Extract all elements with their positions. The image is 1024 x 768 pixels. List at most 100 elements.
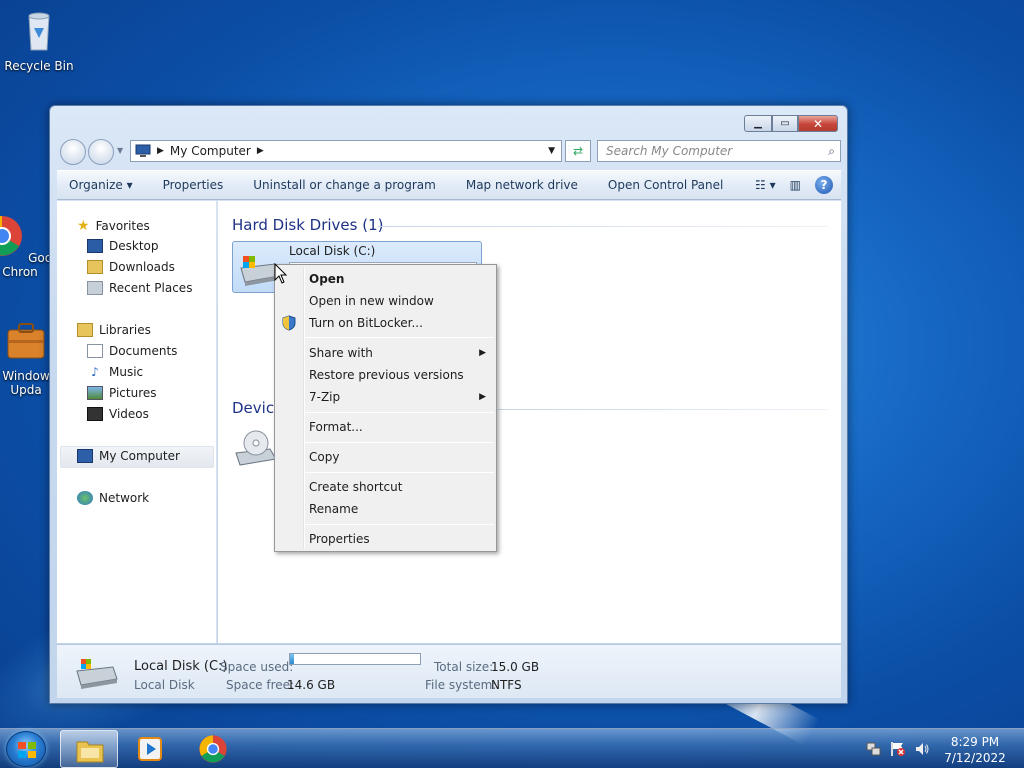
nav-item-network[interactable]: Network	[77, 491, 149, 505]
preview-pane-icon[interactable]: ▥	[790, 178, 801, 192]
menu-item-create-shortcut[interactable]: Create shortcut	[309, 480, 402, 494]
map-network-drive-button[interactable]: Map network drive	[451, 178, 593, 192]
navigation-pane: ★ Favorites Desktop Downloads Recent Pla…	[57, 201, 217, 643]
search-placeholder: Search My Computer	[606, 144, 733, 158]
network-tray-icon[interactable]	[866, 741, 882, 757]
address-bar[interactable]: ▶ My Computer ▶ ▼	[130, 140, 562, 162]
group-header-devices[interactable]: Devic	[232, 399, 274, 417]
forward-button[interactable]	[88, 139, 114, 165]
nav-label: Recent Places	[109, 281, 193, 295]
menu-item-properties[interactable]: Properties	[309, 532, 370, 546]
drive-label: Local Disk (C:)	[289, 244, 376, 258]
media-player-icon	[138, 737, 162, 761]
refresh-button[interactable]: ⇄	[565, 140, 591, 162]
desktop-icon-recycle-bin[interactable]: Recycle Bin	[1, 8, 77, 73]
breadcrumb-my-computer[interactable]: My Computer	[170, 144, 251, 158]
clock-time: 8:29 PM	[950, 735, 1000, 749]
file-system-value: NTFS	[491, 678, 522, 692]
videos-icon	[87, 407, 103, 421]
menu-item-bitlocker[interactable]: Turn on BitLocker...	[309, 316, 423, 330]
submenu-arrow-icon: ▶	[479, 348, 486, 358]
menu-separator	[305, 524, 494, 525]
submenu-arrow-icon: ▶	[479, 392, 486, 402]
windows-update-icon	[7, 323, 45, 359]
group-divider	[498, 409, 828, 410]
minimize-icon: ▁	[754, 118, 762, 129]
menu-separator	[305, 412, 494, 413]
address-dropdown-icon[interactable]: ▼	[548, 146, 555, 156]
recent-pages-icon[interactable]: ▼	[117, 146, 123, 155]
space-free-label: Space free:	[226, 678, 295, 692]
clock-date: 7/12/2022	[944, 751, 1006, 765]
maximize-button[interactable]: ▭	[772, 115, 798, 132]
recent-places-icon	[87, 281, 103, 295]
help-icon[interactable]: ?	[815, 176, 833, 194]
menu-item-share-with[interactable]: Share with	[309, 346, 373, 360]
open-control-panel-button[interactable]: Open Control Panel	[593, 178, 738, 192]
view-options-button[interactable]: ☷ ▾	[755, 178, 776, 192]
taskbar: 8:29 PM 7/12/2022	[0, 728, 1024, 768]
nav-label: Favorites	[95, 219, 150, 233]
close-button[interactable]: ✕	[798, 115, 838, 132]
nav-item-recent-places[interactable]: Recent Places	[87, 281, 192, 295]
organize-button[interactable]: Organize ▾	[57, 178, 148, 192]
nav-item-music[interactable]: ♪ Music	[87, 365, 143, 379]
menu-item-format[interactable]: Format...	[309, 420, 363, 434]
recycle-bin-icon	[28, 12, 50, 51]
menu-item-copy[interactable]: Copy	[309, 450, 339, 464]
volume-icon[interactable]	[914, 741, 930, 757]
details-pane: Local Disk (C:) Local Disk Space used: S…	[57, 644, 841, 698]
nav-item-documents[interactable]: Documents	[87, 344, 177, 358]
hard-drive-icon	[76, 659, 118, 689]
desktop-icon-label: Window Upda	[2, 369, 50, 397]
search-icon[interactable]: ⌕	[828, 144, 835, 159]
nav-label: Pictures	[109, 386, 157, 400]
breadcrumb-chevron-icon[interactable]: ▶	[257, 146, 264, 156]
nav-item-pictures[interactable]: Pictures	[87, 386, 157, 400]
properties-button[interactable]: Properties	[148, 178, 239, 192]
total-size-label: Total size:	[434, 660, 494, 674]
search-input[interactable]: Search My Computer ⌕	[597, 140, 841, 162]
context-menu: Open Open in new window Turn on BitLocke…	[274, 264, 497, 552]
libraries-icon	[77, 323, 93, 337]
nav-label: My Computer	[99, 449, 180, 463]
desktop-icon-label: Recycle Bin	[4, 59, 74, 73]
details-drive-name: Local Disk (C:)	[134, 659, 228, 674]
details-drive-type: Local Disk	[134, 678, 195, 692]
nav-item-libraries[interactable]: Libraries	[77, 323, 151, 337]
nav-item-favorites[interactable]: ★ Favorites	[77, 218, 150, 234]
windows-logo-icon	[18, 742, 36, 758]
nav-label: Videos	[109, 407, 149, 421]
nav-item-downloads[interactable]: Downloads	[87, 260, 175, 274]
menu-separator	[305, 337, 494, 338]
downloads-folder-icon	[87, 260, 103, 274]
menu-item-open[interactable]: Open	[309, 272, 344, 286]
dvd-drive-icon[interactable]	[234, 429, 278, 469]
menu-item-7zip[interactable]: 7-Zip	[309, 390, 340, 404]
nav-item-desktop[interactable]: Desktop	[87, 239, 159, 253]
space-used-label: Space used:	[220, 660, 294, 674]
back-button[interactable]	[60, 139, 86, 165]
nav-item-my-computer[interactable]: My Computer	[77, 449, 180, 463]
pictures-icon	[87, 386, 103, 400]
nav-label: Network	[99, 491, 150, 505]
nav-item-videos[interactable]: Videos	[87, 407, 149, 421]
uninstall-program-button[interactable]: Uninstall or change a program	[238, 178, 451, 192]
menu-item-rename[interactable]: Rename	[309, 502, 358, 516]
minimize-button[interactable]: ▁	[744, 115, 772, 132]
command-bar: Organize ▾ Properties Uninstall or chang…	[57, 170, 841, 200]
start-button[interactable]	[6, 731, 46, 767]
chrome-icon	[199, 735, 227, 763]
desktop-icon	[87, 239, 103, 253]
menu-item-open-new-window[interactable]: Open in new window	[309, 294, 434, 308]
taskbar-chrome-button[interactable]	[184, 730, 242, 768]
action-center-flag-icon[interactable]	[890, 741, 906, 757]
menu-item-restore-previous-versions[interactable]: Restore previous versions	[309, 368, 464, 382]
system-clock[interactable]: 8:29 PM 7/12/2022	[940, 734, 1010, 766]
group-divider	[378, 226, 828, 227]
taskbar-explorer-button[interactable]	[60, 730, 118, 768]
file-system-label: File system:	[425, 678, 497, 692]
music-icon: ♪	[91, 365, 99, 379]
group-header-hard-disk-drives[interactable]: Hard Disk Drives (1)	[232, 216, 383, 234]
taskbar-media-player-button[interactable]	[122, 730, 180, 768]
